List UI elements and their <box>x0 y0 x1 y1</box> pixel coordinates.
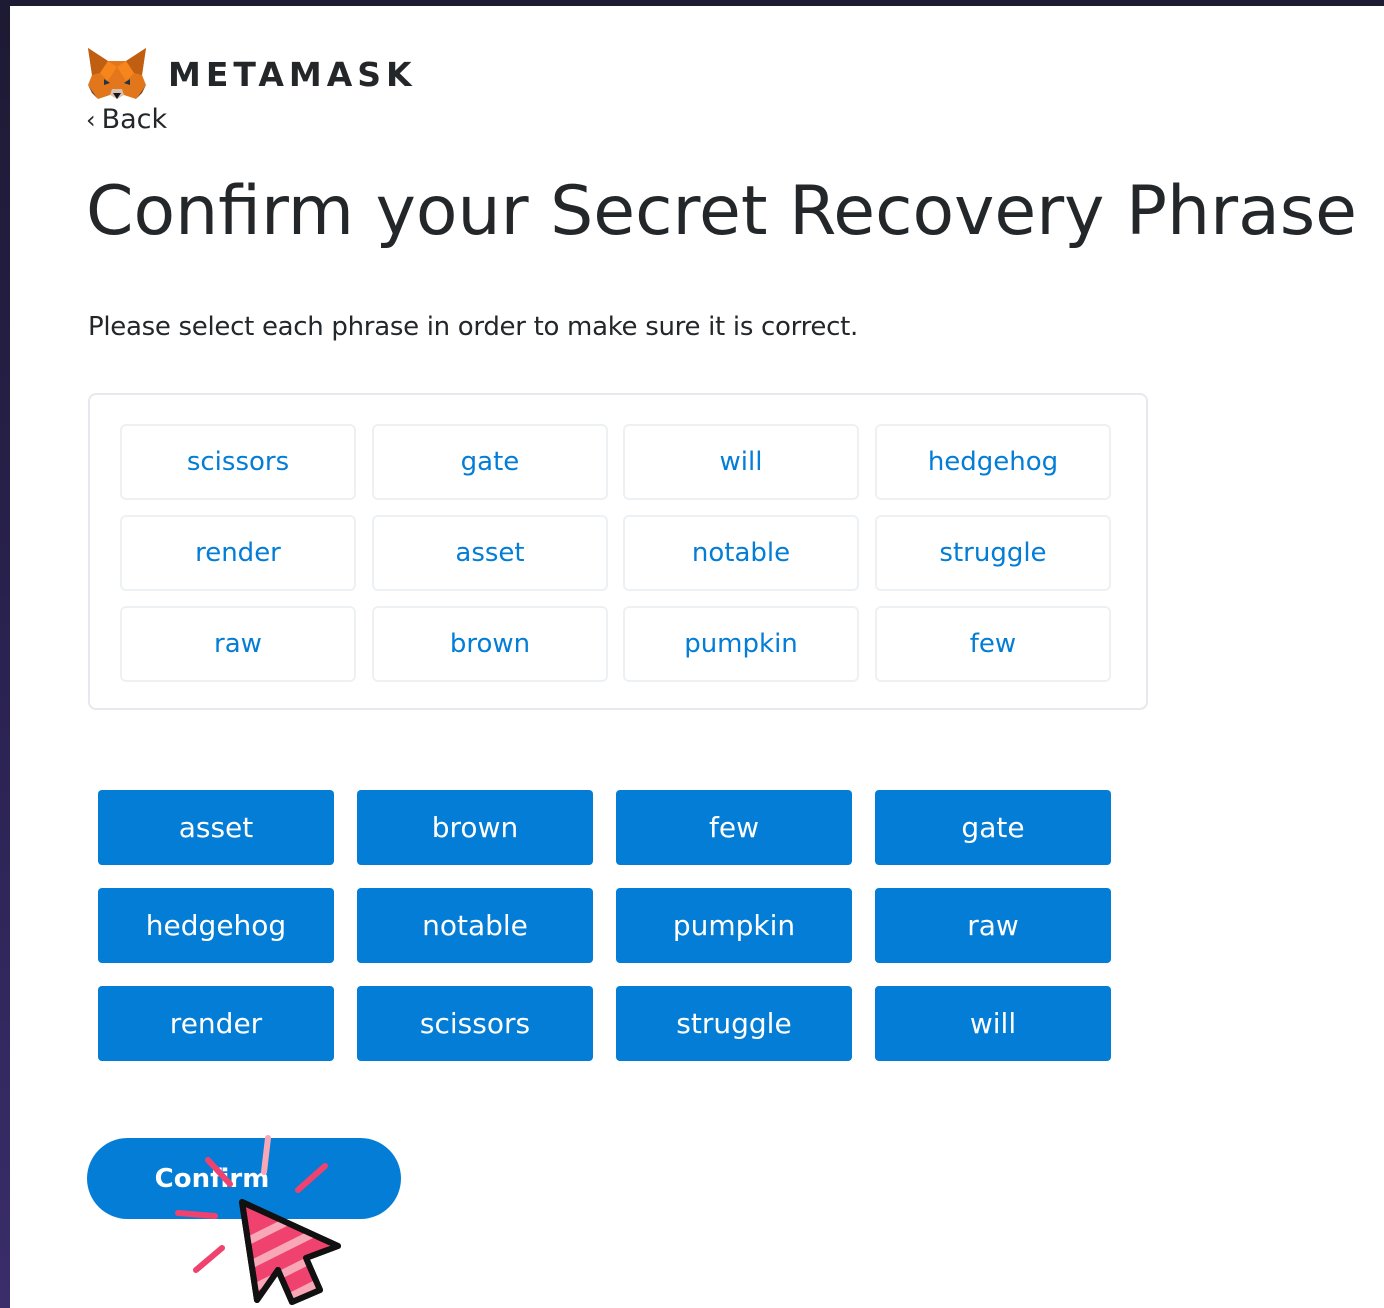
selected-phrase-area: scissors gate will hedgehog render asset… <box>88 393 1148 710</box>
selected-word-12[interactable]: few <box>875 606 1111 682</box>
selected-word-7[interactable]: notable <box>623 515 859 591</box>
brand-header: METAMASK <box>86 44 417 104</box>
selected-word-10[interactable]: brown <box>372 606 608 682</box>
selected-word-2[interactable]: gate <box>372 424 608 500</box>
window-frame-left <box>0 0 10 1308</box>
back-label: Back <box>101 104 168 135</box>
selected-word-8[interactable]: struggle <box>875 515 1111 591</box>
metamask-fox-icon <box>88 48 146 99</box>
word-option-button-12[interactable]: will <box>875 986 1111 1061</box>
word-option-button-1[interactable]: asset <box>98 790 334 865</box>
window-frame-top <box>0 0 1384 6</box>
selected-word-6[interactable]: asset <box>372 515 608 591</box>
selected-word-5[interactable]: render <box>120 515 356 591</box>
selected-word-11[interactable]: pumpkin <box>623 606 859 682</box>
word-option-button-9[interactable]: render <box>98 986 334 1061</box>
word-option-button-5[interactable]: hedgehog <box>98 888 334 963</box>
word-option-button-4[interactable]: gate <box>875 790 1111 865</box>
word-option-button-11[interactable]: struggle <box>616 986 852 1061</box>
word-option-button-8[interactable]: raw <box>875 888 1111 963</box>
selected-word-9[interactable]: raw <box>120 606 356 682</box>
confirm-button-label: Confirm <box>154 1163 270 1194</box>
selected-word-4[interactable]: hedgehog <box>875 424 1111 500</box>
word-option-button-2[interactable]: brown <box>357 790 593 865</box>
page-title: Confirm your Secret Recovery Phrase <box>86 172 1358 251</box>
word-option-button-6[interactable]: notable <box>357 888 593 963</box>
back-link[interactable]: ‹ Back <box>86 104 167 135</box>
instruction-text: Please select each phrase in order to ma… <box>88 312 858 342</box>
selected-word-3[interactable]: will <box>623 424 859 500</box>
chevron-left-icon: ‹ <box>86 105 96 134</box>
selected-word-1[interactable]: scissors <box>120 424 356 500</box>
brand-name: METAMASK <box>168 54 417 94</box>
word-option-button-10[interactable]: scissors <box>357 986 593 1061</box>
word-option-button-7[interactable]: pumpkin <box>616 888 852 963</box>
word-option-button-3[interactable]: few <box>616 790 852 865</box>
confirm-button[interactable]: Confirm <box>87 1138 401 1219</box>
